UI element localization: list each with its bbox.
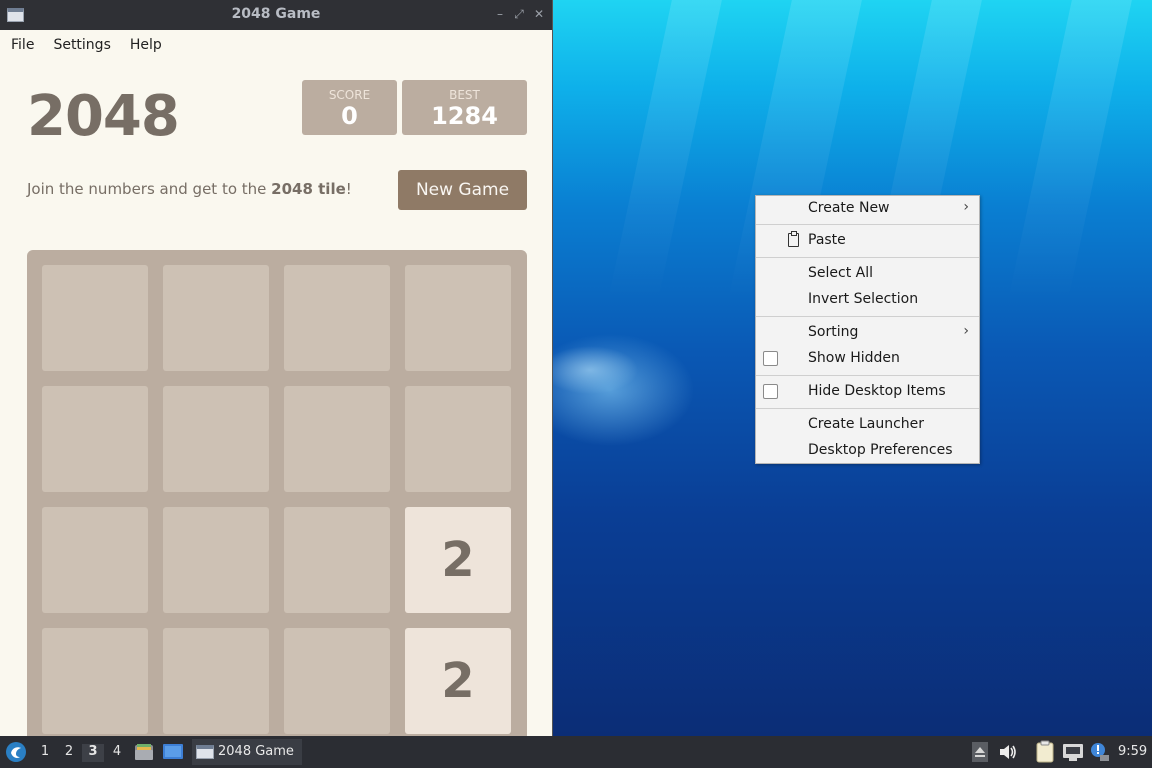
empty-cell <box>284 507 390 613</box>
menu-separator <box>756 224 979 225</box>
best-label: BEST <box>449 88 480 102</box>
empty-cell <box>42 265 148 371</box>
minimize-icon[interactable]: – <box>493 7 507 21</box>
clock: 9:59 <box>1118 744 1148 759</box>
invert-selection-label: Invert Selection <box>808 291 919 307</box>
score-value: 0 <box>341 102 358 130</box>
menu-separator <box>756 257 979 258</box>
show-hidden-checkbox[interactable] <box>763 351 778 366</box>
intro-suffix: ! <box>345 180 352 198</box>
menu-item-create-new[interactable]: Create New › <box>756 196 979 222</box>
close-icon[interactable]: ✕ <box>532 7 546 21</box>
empty-cell <box>163 386 269 492</box>
menu-item-desktop-preferences[interactable]: Desktop Preferences <box>756 438 979 464</box>
eject-icon[interactable] <box>972 742 988 762</box>
empty-cell <box>163 507 269 613</box>
empty-cell <box>42 386 148 492</box>
maximize-icon[interactable]: ⤢ <box>512 7 526 21</box>
tile-2: 2 <box>405 507 511 613</box>
create-new-label: Create New <box>808 200 890 216</box>
show-hidden-label: Show Hidden <box>808 350 900 366</box>
task-label: 2048 Game <box>218 744 294 759</box>
menu-item-sorting[interactable]: Sorting › <box>756 320 979 346</box>
notification-icon[interactable] <box>1088 740 1112 764</box>
menubar: File Settings Help <box>0 30 552 60</box>
intro-text: Join the numbers and get to the 2048 til… <box>27 180 352 198</box>
sorting-label: Sorting <box>808 324 859 340</box>
network-icon[interactable] <box>1062 742 1084 762</box>
empty-cell <box>284 265 390 371</box>
empty-cell <box>163 628 269 734</box>
task-2048-game[interactable]: 2048 Game <box>192 739 302 765</box>
best-value: 1284 <box>431 102 498 130</box>
best-box: BEST 1284 <box>402 80 527 135</box>
clipboard-icon[interactable] <box>1034 740 1056 764</box>
score-label: SCORE <box>328 88 371 102</box>
desktop-icon[interactable] <box>162 742 184 762</box>
new-game-button[interactable]: New Game <box>398 170 527 210</box>
empty-cell <box>405 265 511 371</box>
menu-file[interactable]: File <box>4 37 42 53</box>
window-title: 2048 Game <box>231 6 321 22</box>
menu-settings[interactable]: Settings <box>46 37 118 53</box>
clipboard-icon <box>788 231 799 247</box>
taskbar: 1 2 3 4 2048 Game 9:59 <box>0 736 1152 768</box>
file-manager-icon[interactable] <box>134 742 154 762</box>
workspace-4[interactable]: 4 <box>106 744 128 762</box>
window-titlebar[interactable]: 2048 Game – ⤢ ✕ <box>0 0 552 30</box>
empty-cell <box>405 386 511 492</box>
menu-separator <box>756 316 979 317</box>
workspace-2[interactable]: 2 <box>58 744 80 762</box>
chevron-right-icon: › <box>963 199 969 215</box>
workspace-3[interactable]: 3 <box>82 744 104 762</box>
empty-cell <box>284 386 390 492</box>
intro-prefix: Join the numbers and get to the <box>27 180 272 198</box>
desktop-context-menu: Create New › Paste Select All Invert Sel… <box>755 195 980 464</box>
score-box: SCORE 0 <box>302 80 397 135</box>
game-window: 2048 Game – ⤢ ✕ File Settings Help 2048 … <box>0 0 553 736</box>
tile-2: 2 <box>405 628 511 734</box>
empty-cell <box>42 507 148 613</box>
empty-cell <box>42 628 148 734</box>
empty-cell <box>284 628 390 734</box>
paste-label: Paste <box>808 232 846 248</box>
menu-separator <box>756 408 979 409</box>
menu-separator <box>756 375 979 376</box>
menu-item-show-hidden[interactable]: Show Hidden <box>756 346 979 372</box>
start-menu-icon[interactable] <box>5 741 27 763</box>
desktop-preferences-label: Desktop Preferences <box>808 442 953 458</box>
workspace-1[interactable]: 1 <box>34 744 56 762</box>
menu-help[interactable]: Help <box>123 37 170 53</box>
menu-item-hide-desktop-items[interactable]: Hide Desktop Items <box>756 379 979 405</box>
empty-cell <box>163 265 269 371</box>
chevron-right-icon: › <box>963 323 969 339</box>
hide-desktop-items-checkbox[interactable] <box>763 384 778 399</box>
select-all-label: Select All <box>808 265 873 281</box>
volume-icon[interactable] <box>998 743 1018 761</box>
menu-item-create-launcher[interactable]: Create Launcher <box>756 412 979 438</box>
menu-item-invert-selection[interactable]: Invert Selection <box>756 287 979 313</box>
menu-item-paste[interactable]: Paste <box>756 228 979 254</box>
hide-desktop-items-label: Hide Desktop Items <box>808 383 946 399</box>
game-board[interactable]: 22 <box>27 250 527 736</box>
menu-item-select-all[interactable]: Select All <box>756 261 979 287</box>
create-launcher-label: Create Launcher <box>808 416 925 432</box>
intro-bold: 2048 tile <box>271 180 346 198</box>
game-title: 2048 <box>27 84 180 149</box>
window-app-icon <box>196 745 214 759</box>
